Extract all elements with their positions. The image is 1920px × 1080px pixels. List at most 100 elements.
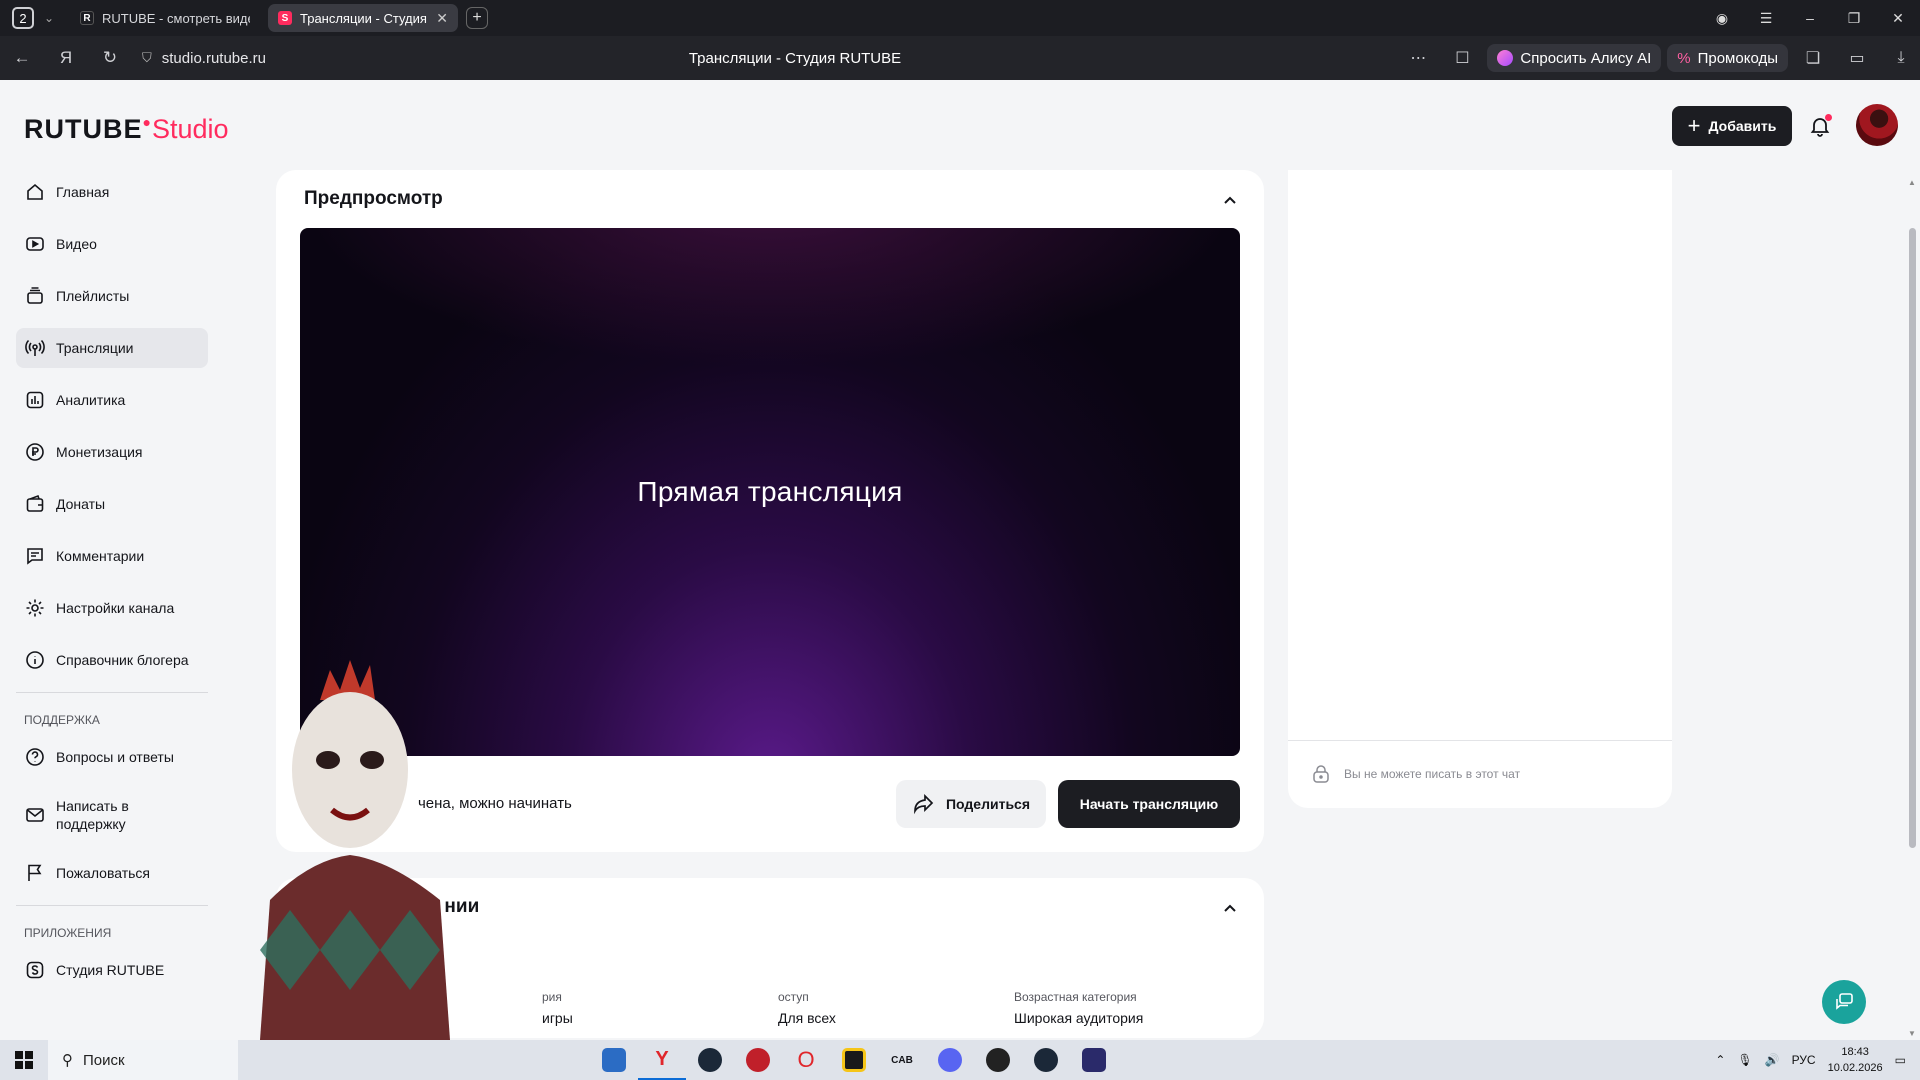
age-category-field: Возрастная категория Широкая аудитория xyxy=(1014,990,1143,1026)
scrollbar-thumb[interactable] xyxy=(1909,228,1916,848)
discord-app-icon[interactable] xyxy=(926,1040,974,1080)
steam-app-icon[interactable] xyxy=(686,1040,734,1080)
sidebar-item-analytics[interactable]: Аналитика xyxy=(16,380,208,420)
player-label: Прямая трансляция xyxy=(637,476,903,507)
avatar[interactable] xyxy=(1856,104,1898,146)
volume-icon[interactable]: 🔊 xyxy=(1765,1053,1780,1067)
app-icon-purple[interactable] xyxy=(1070,1040,1118,1080)
scroll-up-icon[interactable]: ▲ xyxy=(1908,178,1916,187)
scroll-down-icon[interactable]: ▼ xyxy=(1908,1029,1916,1038)
sidebar-item-faq[interactable]: Вопросы и ответы xyxy=(16,737,208,777)
menu-icon[interactable]: ☰ xyxy=(1744,10,1788,27)
app-icon-yellow[interactable] xyxy=(830,1040,878,1080)
sidebar-item-blogger-guide[interactable]: Справочник блогера xyxy=(16,640,208,680)
wallet-card-icon[interactable]: ▭ xyxy=(1838,48,1876,68)
alice-label: Спросить Алису AI xyxy=(1520,49,1652,67)
cab-app-icon[interactable]: CAB xyxy=(878,1040,926,1080)
microphone-icon[interactable]: 🎙 xyxy=(1737,1053,1752,1067)
sidebar-item-label: Пожаловаться xyxy=(56,865,151,881)
close-tab-icon[interactable]: ✕ xyxy=(436,10,448,27)
chevron-up-icon[interactable] xyxy=(1220,190,1240,210)
close-window-icon[interactable]: ✕ xyxy=(1876,10,1920,27)
sidebar-item-label: Вопросы и ответы xyxy=(56,749,174,765)
chevron-up-icon[interactable] xyxy=(1220,898,1240,918)
app-icon-red[interactable] xyxy=(734,1040,782,1080)
obs-app-icon[interactable] xyxy=(974,1040,1022,1080)
flag-icon xyxy=(24,862,46,884)
tab-title: Трансляции - Студия R xyxy=(300,10,431,26)
logo-main-text: RUTUBE xyxy=(24,114,143,144)
new-tab-button[interactable]: + xyxy=(466,7,488,29)
sidebar-divider xyxy=(16,905,208,906)
taskbar-clock[interactable]: 18:43 10.02.2026 xyxy=(1828,1044,1883,1076)
studio-favicon-icon: S xyxy=(278,11,292,25)
system-tray: ⌃ 🎙 🔊 РУС 18:43 10.02.2026 ▭ xyxy=(1715,1040,1920,1080)
sidebar-item-label: Аналитика xyxy=(56,392,126,408)
minimize-icon[interactable]: – xyxy=(1788,10,1832,26)
sidebar-item-playlists[interactable]: Плейлисты xyxy=(16,276,208,316)
language-indicator[interactable]: РУС xyxy=(1792,1053,1816,1067)
yandex-icon[interactable]: Я xyxy=(44,48,88,68)
search-icon: ⚲ xyxy=(62,1052,73,1069)
more-icon[interactable]: ⋯ xyxy=(1399,48,1437,68)
sidebar-item-label: Настройки канала xyxy=(56,600,175,616)
steam-app-icon-2[interactable] xyxy=(1022,1040,1070,1080)
sidebar-item-label: Студия RUTUBE xyxy=(56,962,165,978)
sidebar-item-monetization[interactable]: Монетизация xyxy=(16,432,208,472)
sidebar-item-broadcasts[interactable]: Трансляции xyxy=(16,328,208,368)
opera-app-icon[interactable]: O xyxy=(782,1040,830,1080)
sidebar-item-label: Комментарии xyxy=(56,548,145,564)
sidebar-item-studio-app[interactable]: Студия RUTUBE xyxy=(16,950,208,990)
address-bar-actions: ⋯ ☐ Спросить Алису AI % Промокоды ❏ ▭ ⤓ xyxy=(1399,36,1920,80)
notifications-center-icon[interactable]: ▭ xyxy=(1895,1053,1906,1067)
tray-expand-icon[interactable]: ⌃ xyxy=(1715,1053,1725,1067)
sidebar-item-contact-support[interactable]: Написать в поддержку xyxy=(16,789,208,841)
clock-date: 10.02.2026 xyxy=(1827,1062,1883,1074)
profile-icon[interactable]: ◉ xyxy=(1700,10,1744,27)
sidebar-item-donations[interactable]: Донаты xyxy=(16,484,208,524)
sidebar-item-report[interactable]: Пожаловаться xyxy=(16,853,208,893)
back-icon[interactable]: ← xyxy=(0,48,44,68)
sidebar-item-home[interactable]: Главная xyxy=(16,172,208,212)
chat-locked-notice: Вы не можете писать в этот чат xyxy=(1312,764,1520,784)
bookmark-icon[interactable]: ☐ xyxy=(1443,48,1481,68)
chat-divider xyxy=(1288,740,1672,741)
download-icon[interactable]: ⤓ xyxy=(1882,49,1920,67)
taskbar-apps: Y O CAB xyxy=(590,1040,1118,1080)
notifications-bell-icon[interactable] xyxy=(1808,114,1832,138)
tab-count-badge[interactable]: 2 xyxy=(12,7,34,29)
logo-dot: ● xyxy=(142,114,152,130)
page-scrollbar[interactable]: ▲ ▼ xyxy=(1904,172,1920,1040)
windows-start-icon[interactable] xyxy=(0,1051,48,1069)
sidebar-item-channel-settings[interactable]: Настройки канала xyxy=(16,588,208,628)
browser-tab-rutube[interactable]: R RUTUBE - смотреть виде xyxy=(70,4,260,32)
yandex-browser-app-icon[interactable]: Y xyxy=(638,1040,686,1080)
share-button[interactable]: Поделиться xyxy=(896,780,1046,828)
taskbar-search[interactable]: ⚲ Поиск xyxy=(48,1040,238,1080)
studio-app-icon xyxy=(24,959,46,981)
reload-icon[interactable]: ↻ xyxy=(88,48,132,68)
sidebar-item-label: Главная xyxy=(56,184,110,200)
taskbar-search-text: Поиск xyxy=(83,1051,125,1069)
chevron-down-icon[interactable]: ⌄ xyxy=(44,11,62,25)
question-icon xyxy=(24,746,46,768)
add-button[interactable]: + Добавить xyxy=(1672,106,1792,146)
ruble-icon xyxy=(24,441,46,463)
store-app-icon[interactable] xyxy=(590,1040,638,1080)
url-field[interactable]: ⛉ studio.rutube.ru xyxy=(142,50,266,67)
sidebar-item-video[interactable]: Видео xyxy=(16,224,208,264)
sidebar-item-label: Видео xyxy=(56,236,97,252)
browser-tab-studio[interactable]: S Трансляции - Студия R ✕ xyxy=(268,4,458,32)
sidebar-item-label: Написать в поддержку xyxy=(56,798,129,832)
rutube-studio-logo[interactable]: RUTUBE●Studio xyxy=(24,114,229,145)
promo-button[interactable]: % Промокоды xyxy=(1667,44,1788,72)
collections-icon[interactable]: ❏ xyxy=(1794,48,1832,68)
chat-bubbles-icon xyxy=(1836,993,1853,1010)
gear-icon xyxy=(24,597,46,619)
support-chat-button[interactable] xyxy=(1822,980,1866,1024)
sidebar-item-comments[interactable]: Комментарии xyxy=(16,536,208,576)
alice-button[interactable]: Спросить Алису AI xyxy=(1487,44,1662,72)
restore-icon[interactable]: ❐ xyxy=(1832,10,1876,27)
start-broadcast-button[interactable]: Начать трансляцию xyxy=(1058,780,1240,828)
home-icon xyxy=(24,181,46,203)
